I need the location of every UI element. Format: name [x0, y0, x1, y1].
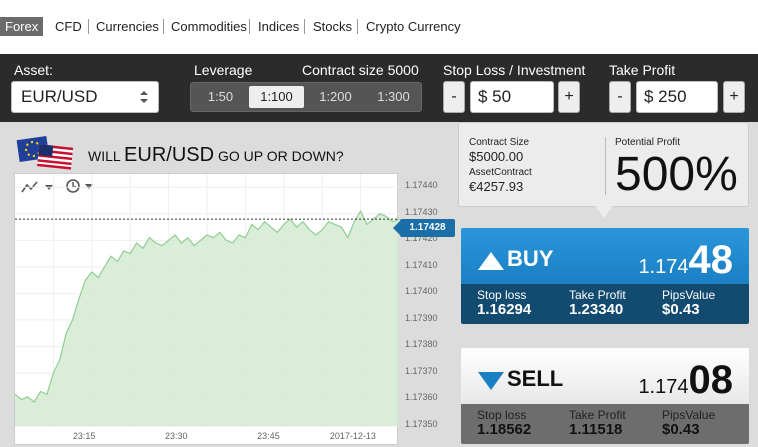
buy-pips-label: PipsValue — [662, 288, 716, 302]
y-tick-label: 1.17360 — [405, 392, 438, 403]
select-arrows-icon — [140, 91, 148, 103]
x-tick-label: 23:15 — [73, 431, 96, 441]
sell-take-profit-value: 1.11518 — [569, 421, 623, 438]
sell-stop-loss-value: 1.18562 — [477, 421, 532, 438]
nav-divider — [357, 19, 358, 34]
y-tick-label: 1.17390 — [405, 312, 438, 323]
arrow-up-icon — [478, 252, 504, 270]
potential-profit-label: Potential Profit — [615, 137, 681, 148]
asset-contract-value: €4257.93 — [469, 179, 524, 194]
leverage-label: Leverage — [194, 62, 253, 78]
buy-stop-loss-label: Stop loss — [477, 288, 527, 302]
leverage-selector: 1:50 1:100 1:200 1:300 — [190, 82, 422, 112]
y-tick-label: 1.17380 — [405, 339, 438, 350]
chart-plot: 23:15 23:30 23:45 2017-12-13 — [15, 174, 399, 441]
nav-divider — [163, 19, 164, 34]
x-tick-label: 23:30 — [165, 431, 188, 441]
asset-select-value: EUR/USD — [21, 87, 98, 106]
price-chart: 23:15 23:30 23:45 2017-12-13 — [14, 173, 399, 445]
eu-us-flag-icon — [16, 136, 74, 170]
leverage-option-1-300[interactable]: 1:300 — [366, 86, 421, 108]
sell-take-profit-label: Take Profit — [569, 408, 626, 422]
current-price-marker: 1.17428 — [393, 219, 455, 237]
x-tick-label: 2017-12-13 — [330, 431, 376, 441]
sell-pips-value: $0.43 — [662, 421, 700, 438]
tab-commodities[interactable]: Commodities — [171, 17, 247, 36]
asset-select[interactable]: EUR/USD — [11, 81, 159, 113]
y-tick-label: 1.17440 — [405, 180, 438, 191]
tab-indices[interactable]: Indices — [258, 17, 299, 36]
y-tick-label: 1.17430 — [405, 206, 438, 217]
buy-pips-value: $0.43 — [662, 301, 700, 318]
buy-take-profit-value: 1.23340 — [569, 301, 624, 318]
direction-question: WILL EUR/USD GO UP OR DOWN? — [88, 144, 344, 166]
sell-pips-label: PipsValue — [662, 408, 716, 422]
market-nav: Forex CFD Currencies Commodities Indices… — [0, 0, 758, 54]
stop-loss-increment-button[interactable]: + — [558, 81, 580, 113]
tab-forex[interactable]: Forex — [0, 17, 44, 36]
nav-divider — [304, 19, 305, 34]
arrow-down-icon — [478, 372, 504, 390]
info-divider — [605, 137, 606, 195]
x-tick-label: 23:45 — [257, 431, 280, 441]
buy-price: 1.17448 — [638, 238, 733, 282]
take-profit-input[interactable]: $ 250 — [636, 81, 718, 113]
contract-size-info-label: Contract Size — [469, 137, 530, 148]
sell-button[interactable]: SELL 1.17408 — [461, 348, 749, 404]
question-asset: EUR/USD — [124, 144, 215, 166]
sell-label: SELL — [507, 366, 564, 391]
buy-panel[interactable]: BUY 1.17448 Stop loss 1.16294 Take Profi… — [461, 228, 749, 324]
buy-button[interactable]: BUY 1.17448 — [461, 228, 749, 284]
price-axis: 1.17440 1.17430 1.17420 1.17410 1.17400 1.173… — [400, 173, 456, 445]
buy-details: Stop loss 1.16294 Take Profit 1.23340 Pi… — [461, 284, 749, 324]
leverage-option-1-100[interactable]: 1:100 — [249, 86, 304, 108]
asset-contract-label: AssetContract — [469, 167, 532, 178]
sell-price: 1.17408 — [638, 358, 733, 402]
stop-loss-label: Stop Loss / Investment — [443, 62, 586, 78]
tab-stocks[interactable]: Stocks — [313, 17, 352, 36]
contract-size-label: Contract size 5000 — [302, 62, 419, 78]
take-profit-label: Take Profit — [609, 62, 676, 78]
asset-label: Asset: — [14, 62, 53, 78]
nav-divider — [249, 19, 250, 34]
tab-cfd[interactable]: CFD — [55, 17, 82, 36]
y-tick-label: 1.17410 — [405, 259, 438, 270]
stop-loss-decrement-button[interactable]: - — [443, 81, 465, 113]
leverage-option-1-200[interactable]: 1:200 — [308, 86, 363, 108]
trade-controls-bar: Asset: EUR/USD Leverage Contract size 50… — [0, 54, 758, 122]
take-profit-increment-button[interactable]: + — [723, 81, 745, 113]
y-tick-label: 1.17350 — [405, 419, 438, 429]
tab-currencies[interactable]: Currencies — [96, 17, 159, 36]
contract-size-info-value: $5000.00 — [469, 149, 524, 164]
trade-info-bubble: Contract Size $5000.00 AssetContract €42… — [458, 122, 749, 218]
buy-stop-loss-value: 1.16294 — [477, 301, 532, 318]
y-tick-label: 1.17400 — [405, 286, 438, 297]
sell-panel[interactable]: SELL 1.17408 Stop loss 1.18562 Take Prof… — [461, 348, 749, 444]
nav-divider — [88, 19, 89, 34]
trade-main-area: WILL EUR/USD GO UP OR DOWN? 23:15 23:30 23… — [0, 122, 758, 447]
buy-label: BUY — [507, 246, 554, 271]
sell-details: Stop loss 1.18562 Take Profit 1.11518 Pi… — [461, 404, 749, 444]
contract-size-value: 5000 — [387, 62, 419, 78]
stop-loss-input[interactable]: $ 50 — [470, 81, 554, 113]
sell-stop-loss-label: Stop loss — [477, 408, 527, 422]
y-tick-label: 1.17370 — [405, 365, 438, 376]
leverage-option-1-50[interactable]: 1:50 — [193, 86, 248, 108]
buy-take-profit-label: Take Profit — [569, 288, 626, 302]
tab-crypto-currency[interactable]: Crypto Currency — [366, 17, 461, 36]
take-profit-decrement-button[interactable]: - — [609, 81, 631, 113]
potential-profit-value: 500% — [615, 148, 738, 201]
